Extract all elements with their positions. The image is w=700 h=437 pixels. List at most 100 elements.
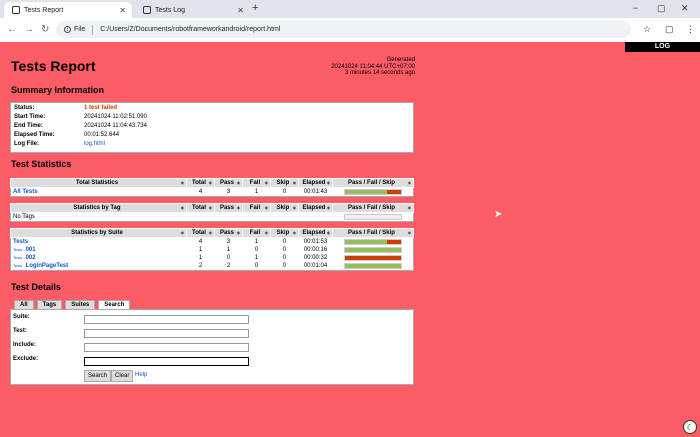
- generated-info: Generated 20241024 11:04:44 UTC+07:00 3 …: [300, 57, 415, 77]
- fail-cell: 1: [254, 189, 259, 195]
- search-button[interactable]: Search: [84, 370, 112, 382]
- column-header[interactable]: Fail ◆: [242, 178, 271, 188]
- sort-icon: ◆: [208, 180, 212, 185]
- help-link[interactable]: Help: [135, 372, 147, 378]
- column-header[interactable]: Pass / Fail / Skip ◆: [332, 228, 414, 238]
- theme-toggle-moon-icon[interactable]: ☾: [683, 420, 697, 434]
- sort-icon: ◆: [208, 230, 212, 235]
- test-input[interactable]: [84, 329, 249, 338]
- summary-heading: Summary Information: [11, 85, 105, 95]
- column-header[interactable]: Skip ◆: [270, 203, 299, 213]
- empty-bar: [343, 214, 402, 220]
- table-row: Tests .LoginPageTest 2 2 0 0 00:01:04: [11, 262, 414, 271]
- sort-icon: ◆: [292, 205, 296, 210]
- sort-icon: ◆: [326, 180, 330, 185]
- statistics-heading: Test Statistics: [11, 159, 72, 169]
- fail-cell: 1: [254, 255, 259, 261]
- column-header[interactable]: Skip ◆: [270, 178, 299, 188]
- sort-icon: ◆: [264, 180, 268, 185]
- address-toolbar: ← → ↻ i File C:/Users/Z/Documents/robotf…: [0, 18, 700, 43]
- total-cell: 4: [198, 239, 203, 245]
- close-tab-icon[interactable]: ✕: [119, 6, 126, 15]
- maximize-button[interactable]: ▢: [657, 3, 666, 14]
- close-window-button[interactable]: ✕: [681, 3, 689, 14]
- summary-status-value: 1 test failed: [84, 105, 118, 111]
- bookmark-star-icon[interactable]: ☆: [643, 24, 651, 35]
- reload-icon[interactable]: ↻: [41, 24, 49, 35]
- include-label: Include:: [13, 342, 37, 348]
- elapsed-cell: 00:01:43: [303, 189, 328, 195]
- tab-tests-report[interactable]: Tests Report ✕: [4, 2, 132, 18]
- column-header[interactable]: Statistics by Suite ◆: [10, 228, 187, 238]
- forward-arrow-icon[interactable]: →: [24, 24, 34, 35]
- log-file-link[interactable]: log.html: [84, 141, 105, 147]
- summary-key: End Time:: [14, 123, 43, 129]
- column-header[interactable]: Pass ◆: [214, 203, 243, 213]
- new-tab-button[interactable]: +: [252, 2, 258, 14]
- column-header[interactable]: Skip ◆: [270, 228, 299, 238]
- stat-link-all-tests[interactable]: All Tests: [13, 189, 38, 195]
- menu-kebab-icon[interactable]: ⋮: [686, 24, 695, 35]
- back-arrow-icon[interactable]: ←: [7, 24, 17, 35]
- column-header[interactable]: Fail ◆: [242, 228, 271, 238]
- column-header[interactable]: Statistics by Tag ◆: [10, 203, 187, 213]
- sort-icon: ◆: [326, 205, 330, 210]
- column-header[interactable]: Pass / Fail / Skip ◆: [332, 203, 414, 213]
- column-header[interactable]: Total ◆: [186, 203, 215, 213]
- sort-icon: ◆: [407, 205, 411, 210]
- column-header[interactable]: Total ◆: [186, 178, 215, 188]
- column-header[interactable]: Pass / Fail / Skip ◆: [332, 178, 414, 188]
- tag-statistics-table: Statistics by Tag ◆ Total ◆ Pass ◆ Fail ◆ Sk…: [10, 203, 414, 222]
- tab-tests-log[interactable]: Tests Log ✕: [135, 2, 250, 18]
- suite-link[interactable]: 002: [26, 255, 36, 261]
- column-header[interactable]: Elapsed ◆: [298, 228, 333, 238]
- elapsed-cell: 00:00:32: [303, 255, 328, 261]
- suite-link[interactable]: LoginPageTest: [26, 263, 69, 269]
- column-header[interactable]: Pass ◆: [214, 178, 243, 188]
- pass-fail-bar: [343, 263, 402, 269]
- summary-value: 20241024 11:04:43.734: [84, 123, 147, 129]
- clear-button[interactable]: Clear: [111, 370, 134, 382]
- suite-statistics-table: Statistics by Suite ◆ Total ◆ Pass ◆ Fail ◆ …: [10, 228, 414, 271]
- file-label: File: [74, 26, 86, 33]
- column-header[interactable]: Total ◆: [186, 228, 215, 238]
- pass-cell: 3: [226, 189, 231, 195]
- column-header[interactable]: Pass ◆: [214, 228, 243, 238]
- close-tab-icon[interactable]: ✕: [237, 6, 244, 15]
- suite-link[interactable]: 001: [26, 247, 36, 253]
- browser-tab-strip: Tests Report ✕ Tests Log ✕ + − ▢ ✕: [0, 0, 700, 18]
- site-info-chip[interactable]: i File: [64, 26, 85, 33]
- skip-cell: 0: [282, 247, 287, 253]
- pass-segment: [344, 190, 387, 194]
- suite-input[interactable]: [84, 315, 249, 324]
- column-header[interactable]: Elapsed ◆: [298, 178, 333, 188]
- pass-segment: [344, 240, 387, 244]
- sort-icon: ◆: [180, 230, 184, 235]
- suite-link[interactable]: Tests: [13, 239, 28, 245]
- generated-ago: 3 minutes 14 seconds ago: [344, 70, 415, 76]
- fail-segment: [386, 190, 401, 194]
- column-header[interactable]: Total Statistics ◆: [10, 178, 187, 188]
- elapsed-cell: 00:01:04: [303, 263, 328, 269]
- sort-icon: ◆: [407, 230, 411, 235]
- profile-icon[interactable]: ▢: [665, 24, 674, 35]
- skip-cell: 0: [282, 263, 287, 269]
- include-input[interactable]: [84, 343, 249, 352]
- minimize-button[interactable]: −: [633, 3, 638, 13]
- details-heading: Test Details: [11, 282, 61, 292]
- sort-icon: ◆: [236, 205, 240, 210]
- suite-parent-prefix: Tests .: [13, 255, 25, 260]
- column-header[interactable]: Elapsed ◆: [298, 203, 333, 213]
- log-button[interactable]: LOG: [625, 42, 700, 52]
- pass-fail-bar: [343, 247, 402, 253]
- column-header[interactable]: Fail ◆: [242, 203, 271, 213]
- address-bar[interactable]: i File C:/Users/Z/Documents/robotframewo…: [56, 21, 631, 38]
- fail-cell: 1: [254, 239, 259, 245]
- exclude-label: Exclude:: [13, 356, 39, 362]
- robot-favicon-icon: [12, 6, 20, 14]
- elapsed-cell: 00:00:16: [303, 247, 328, 253]
- summary-key: Start Time:: [14, 114, 46, 120]
- exclude-input[interactable]: [84, 357, 249, 366]
- total-cell: 2: [198, 263, 203, 269]
- robot-favicon-icon: [143, 6, 151, 14]
